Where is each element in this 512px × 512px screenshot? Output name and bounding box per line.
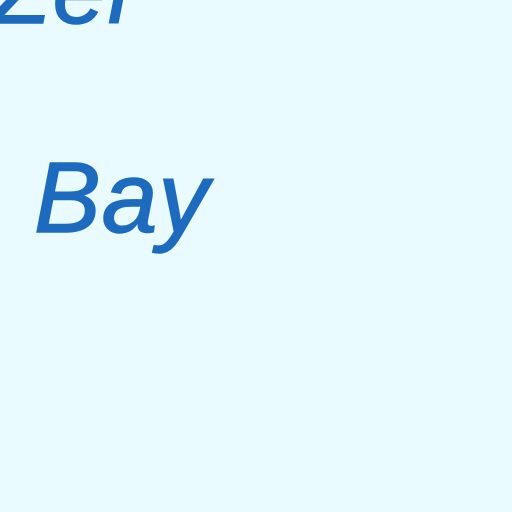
water-body-label-partial: Zel [0, 0, 131, 39]
bay-label: Bay [33, 142, 210, 254]
map-canvas[interactable]: Zel Bay [0, 0, 512, 512]
